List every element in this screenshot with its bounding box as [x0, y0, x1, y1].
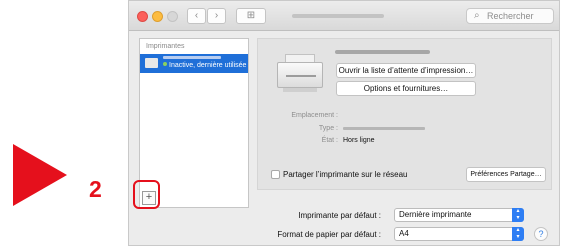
zoom-window-button[interactable]	[167, 11, 178, 22]
type-label: Type :	[318, 125, 338, 132]
share-printer-label: Partager l’imprimante sur le réseau	[283, 170, 408, 179]
step-number: 2	[89, 176, 102, 202]
chevron-updown-icon: ▴ ▾	[512, 227, 524, 241]
step-arrow-icon	[13, 144, 67, 206]
printer-icon	[277, 52, 323, 92]
printer-status: Inactive, dernière utilisée	[163, 62, 246, 69]
search-icon: ⌕	[474, 10, 480, 21]
default-paper-label: Format de papier par défaut :	[277, 230, 381, 239]
back-button[interactable]: ‹	[187, 8, 206, 24]
printer-list-item[interactable]: Inactive, dernière utilisée	[140, 54, 248, 73]
default-printer-label: Imprimante par défaut :	[298, 211, 381, 220]
state-label: État :	[321, 137, 338, 144]
printer-name-redacted	[163, 56, 221, 59]
default-printer-select[interactable]: Dernière imprimante ▴ ▾	[394, 208, 524, 222]
state-value: Hors ligne	[343, 137, 375, 144]
open-print-queue-button[interactable]: Ouvrir la liste d’attente d’impression…	[336, 63, 476, 78]
add-printer-highlight	[133, 180, 160, 209]
sharing-preferences-button[interactable]: Préférences Partage…	[466, 167, 546, 182]
search-placeholder: Rechercher	[487, 11, 534, 21]
printer-list-header: Imprimantes	[146, 43, 185, 50]
printer-status-text: Inactive, dernière utilisée	[169, 62, 247, 69]
chevron-updown-icon: ▴ ▾	[512, 208, 524, 222]
printers-window: ‹ › ⊞ ⌕ Rechercher Imprimantes Inactive,…	[128, 0, 560, 246]
options-supplies-button[interactable]: Options et fournitures…	[336, 81, 476, 96]
printer-thumbnail-icon	[145, 58, 158, 68]
location-label: Emplacement :	[291, 112, 338, 119]
printer-title-redacted	[335, 50, 430, 54]
search-input[interactable]: ⌕ Rechercher	[466, 8, 554, 24]
printer-detail-panel: Ouvrir la liste d’attente d’impression… …	[257, 38, 552, 190]
window-title-redacted	[292, 14, 384, 18]
show-all-grid-icon[interactable]: ⊞	[236, 8, 266, 24]
status-dot-icon	[163, 62, 167, 66]
type-value-redacted	[343, 127, 425, 130]
default-paper-select[interactable]: A4 ▴ ▾	[394, 227, 524, 241]
default-printer-value: Dernière imprimante	[399, 210, 472, 219]
share-printer-checkbox[interactable]	[271, 170, 280, 179]
title-bar: ‹ › ⊞ ⌕ Rechercher	[129, 1, 559, 31]
default-paper-value: A4	[399, 229, 409, 238]
minimize-window-button[interactable]	[152, 11, 163, 22]
help-button[interactable]: ?	[534, 227, 548, 241]
share-printer-option[interactable]: Partager l’imprimante sur le réseau	[271, 170, 408, 179]
close-window-button[interactable]	[137, 11, 148, 22]
forward-button[interactable]: ›	[207, 8, 226, 24]
